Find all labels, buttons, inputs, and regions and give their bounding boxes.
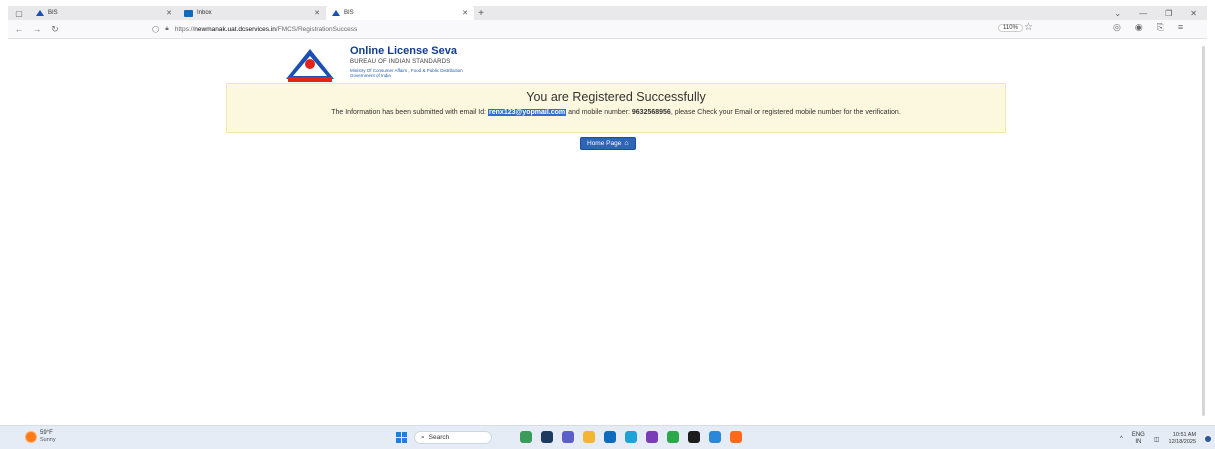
search-placeholder: Search [428,434,450,441]
tab-title: BIS [344,10,354,16]
toolbar-icons: ◎ ◉ ⎘ ≡ [1113,22,1183,33]
chevron-down-icon[interactable]: ⌄ [1114,9,1121,18]
tab-bis-1[interactable]: BIS ✕ [30,6,178,20]
app-widgets-icon[interactable] [520,431,532,443]
tab-title: BIS [48,10,58,16]
nav-bar: ← → ↻ ◯ 🔒︎ https://newmanak.uat.dcservic… [8,20,1207,39]
close-icon[interactable]: ✕ [314,9,320,17]
home-button-label: Home Page [587,140,622,147]
app-taskview-icon[interactable] [541,431,553,443]
close-window-button[interactable]: ✕ [1190,9,1197,18]
bis-logo-icon [286,49,334,82]
extensions-icon[interactable]: ⎘ [1157,22,1164,33]
language-indicator[interactable]: ENG IN [1132,432,1145,446]
taskbar-search[interactable]: ⌕ Search [414,431,492,444]
sun-icon [26,432,36,442]
app-chrome-icon[interactable] [667,431,679,443]
restore-button[interactable]: ❐ [1165,9,1172,18]
weather-widget[interactable]: 59°F Sunny [26,430,56,444]
zoom-badge[interactable]: 110% [998,24,1023,32]
url-path: /FMCS/RegistrationSuccess [275,25,358,33]
success-message: The Information has been submitted with … [227,108,1005,118]
shield-icon: ◯ [152,26,160,33]
notification-icon[interactable] [1205,436,1212,442]
chevron-up-icon[interactable]: ^ [1120,436,1123,442]
message-text: The Information has been submitted with … [331,109,489,116]
lang-top: ENG [1131,432,1145,438]
mobile-value: 9632568956 [631,109,671,116]
url-domain: newmanak.uat.dcservices.in [194,25,276,33]
back-button[interactable]: ← [12,24,26,34]
weather-temp: 59°F [40,430,53,436]
app-firefox-icon[interactable] [730,431,742,443]
reload-button[interactable]: ↻ [48,24,62,35]
pocket-icon[interactable]: ◎ [1113,22,1121,33]
forward-button[interactable]: → [30,24,44,34]
email-value: renx123@yopmail.com [488,109,567,116]
app-teams-icon[interactable] [562,431,574,443]
app-settings-icon[interactable] [646,431,658,443]
bis-icon [332,10,340,16]
message-text: , please Check your Email or registered … [670,109,901,116]
system-tray: ^ ENG IN ◫ 10:51 AM 12/18/2025 [1120,432,1212,446]
org-name: BUREAU OF INDIAN STANDARDS [350,59,451,65]
close-icon[interactable]: ✕ [462,9,468,17]
minimize-button[interactable]: — [1139,9,1147,18]
tab-list-icon[interactable]: ▢ [8,6,30,20]
success-alert: You are Registered Successfully The Info… [226,83,1006,133]
start-button[interactable] [396,432,407,443]
govt-name: Government of India [350,73,391,78]
taskbar: 59°F Sunny ⌕ Search ^ ENG IN ◫ 10:51 AM … [0,425,1215,449]
bookmark-star-icon[interactable]: ☆ [1024,22,1033,33]
app-obs-icon[interactable] [688,431,700,443]
scrollbar[interactable] [1202,46,1205,416]
page-content: Online License Seva BUREAU OF INDIAN STA… [8,39,1207,419]
page-title: Online License Seva [350,45,457,57]
search-icon: ⌕ [421,433,425,441]
tab-bis-active[interactable]: BIS ✕ [326,6,474,20]
browser-window: ▢ BIS ✕ Inbox ✕ BIS ✕ + ⌄ — ❐ ✕ ← → ↻ ◯ [8,6,1207,438]
success-heading: You are Registered Successfully [526,90,706,104]
lang-bottom: IN [1135,439,1142,445]
bis-icon [36,10,44,16]
clock-time: 10:51 AM [1172,432,1197,438]
home-page-button[interactable]: Home Page ⌂ [580,137,636,150]
message-text: and mobile number: [566,109,632,116]
brand-block: Online License Seva BUREAU OF INDIAN STA… [350,45,463,78]
clock-date: 12/18/2025 [1168,439,1197,445]
tab-title: Inbox [197,10,212,16]
menu-icon[interactable]: ≡ [1178,22,1183,33]
app-explorer-icon[interactable] [583,431,595,443]
mail-icon [184,9,193,17]
account-icon[interactable]: ◉ [1135,22,1143,33]
clock[interactable]: 10:51 AM 12/18/2025 [1169,432,1197,446]
tab-inbox[interactable]: Inbox ✕ [178,6,326,20]
address-bar[interactable]: ◯ 🔒︎ https://newmanak.uat.dcservices.in/… [152,25,357,33]
wifi-icon[interactable]: ◫ [1154,436,1160,443]
home-icon: ⌂ [624,140,629,147]
taskbar-apps [520,431,742,443]
weather-condition: Sunny [40,437,56,443]
app-edge-icon[interactable] [625,431,637,443]
url-prefix: https:// [174,25,195,33]
new-tab-button[interactable]: + [474,6,488,20]
tab-bar: ▢ BIS ✕ Inbox ✕ BIS ✕ + ⌄ — ❐ ✕ [8,6,1207,20]
app-mail-icon[interactable] [604,431,616,443]
close-icon[interactable]: ✕ [166,9,172,17]
app-store-icon[interactable] [709,431,721,443]
lock-icon: 🔒︎ [165,25,169,32]
window-controls: ⌄ — ❐ ✕ [1114,9,1207,18]
